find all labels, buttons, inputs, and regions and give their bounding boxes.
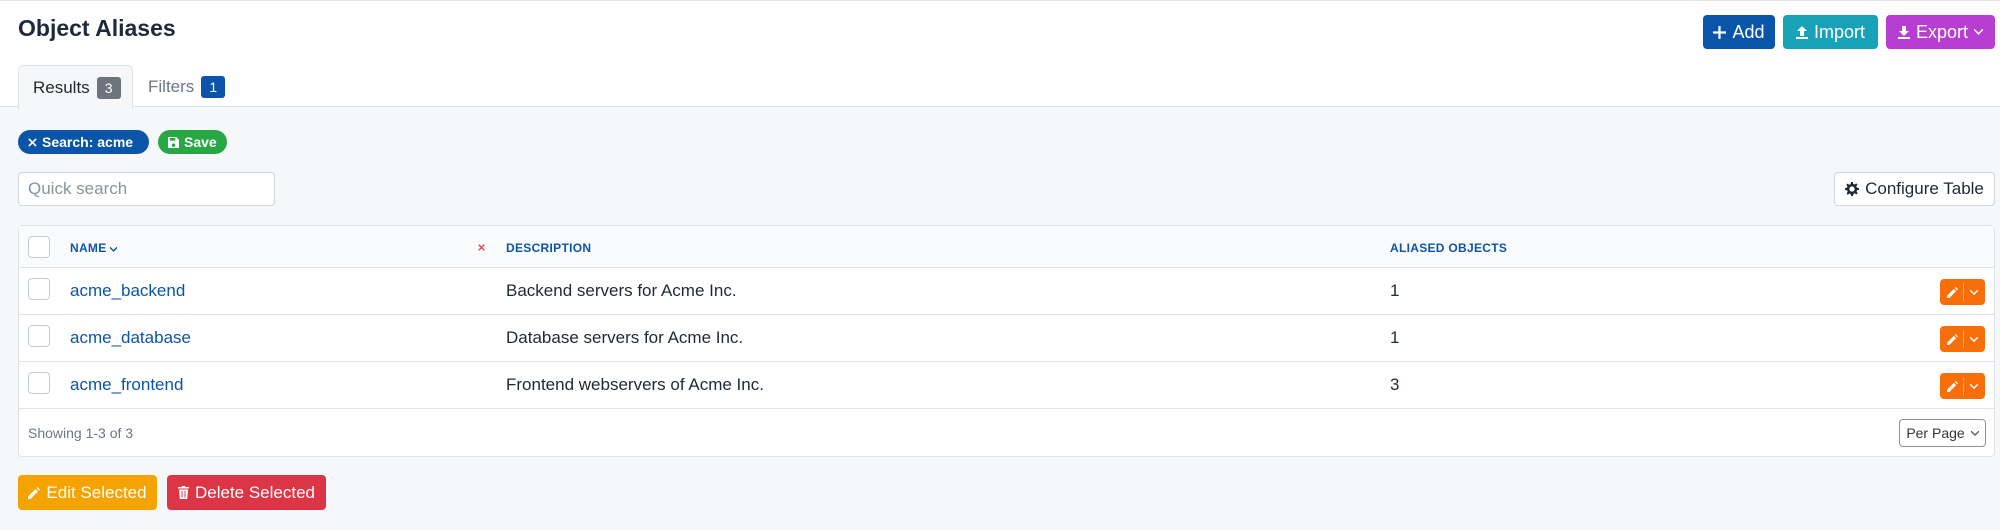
alias-name-link[interactable]: acme_database <box>70 328 191 348</box>
download-icon <box>1897 25 1910 39</box>
page-header: Object Aliases Add Import Export Results… <box>0 3 2000 110</box>
close-icon[interactable] <box>28 137 37 147</box>
pencil-icon <box>1946 333 1958 345</box>
import-button-label: Import <box>1813 21 1865 42</box>
table-row: acme_database Database servers for Acme … <box>19 315 1994 362</box>
chevron-down-icon <box>1970 383 1979 389</box>
upload-icon <box>1795 25 1808 39</box>
sort-desc-icon <box>109 246 118 252</box>
plus-icon <box>1713 25 1727 39</box>
row-checkbox[interactable] <box>28 278 50 300</box>
aliased-objects-count: 3 <box>1390 375 1400 394</box>
alias-name-link[interactable]: acme_frontend <box>70 375 183 395</box>
alias-description: Frontend webservers of Acme Inc. <box>506 375 764 394</box>
delete-selected-label: Delete Selected <box>194 482 316 502</box>
page-title: Object Aliases <box>18 15 176 41</box>
aliased-objects-count: 1 <box>1390 281 1400 300</box>
column-header-name[interactable]: NAME <box>70 241 118 255</box>
button-separator <box>1963 330 1965 348</box>
clear-sort-icon[interactable] <box>478 244 485 251</box>
button-separator <box>1963 377 1965 395</box>
row-checkbox[interactable] <box>28 372 50 394</box>
tab-filters[interactable]: Filters 1 <box>134 64 239 109</box>
save-icon <box>168 136 179 148</box>
gear-icon <box>1845 182 1860 196</box>
table-row: acme_frontend Frontend webservers of Acm… <box>19 362 1994 409</box>
save-filter-button[interactable]: Save <box>158 130 227 154</box>
column-name-label: NAME <box>70 241 107 255</box>
edit-selected-label: Edit Selected <box>46 482 147 502</box>
chevron-down-icon <box>1974 29 1984 35</box>
filters-count-badge: 1 <box>201 75 226 98</box>
search-filter-label: Search: acme <box>42 134 134 150</box>
chevron-down-icon <box>1970 289 1979 295</box>
row-checkbox[interactable] <box>28 325 50 347</box>
trash-icon <box>177 486 189 499</box>
select-all-checkbox[interactable] <box>28 236 50 258</box>
table-header: NAME DESCRIPTION ALIASED OBJECTS <box>19 226 1994 268</box>
chevron-down-icon <box>1970 336 1979 342</box>
search-filter-pill[interactable]: Search: acme <box>18 130 149 154</box>
pencil-icon <box>1946 380 1958 392</box>
pagination-summary: Showing 1-3 of 3 <box>28 425 134 441</box>
per-page-label: Per Page <box>1906 425 1965 441</box>
chevron-down-icon <box>1970 430 1979 436</box>
column-header-description[interactable]: DESCRIPTION <box>506 241 591 255</box>
aliased-objects-count: 1 <box>1390 328 1400 347</box>
alias-description: Backend servers for Acme Inc. <box>506 281 737 300</box>
column-header-aliased-objects[interactable]: ALIASED OBJECTS <box>1390 241 1507 255</box>
configure-table-button[interactable]: Configure Table <box>1834 172 1995 206</box>
pencil-icon <box>1946 286 1958 298</box>
row-edit-button[interactable] <box>1940 373 1985 399</box>
save-filter-label: Save <box>184 134 217 150</box>
add-button-label: Add <box>1732 21 1765 42</box>
quick-search-input[interactable] <box>18 172 275 206</box>
export-button-label: Export <box>1915 21 1969 42</box>
alias-description: Database servers for Acme Inc. <box>506 328 744 347</box>
alias-name-link[interactable]: acme_backend <box>70 281 185 301</box>
table-row: acme_backend Backend servers for Acme In… <box>19 268 1994 315</box>
tab-filters-label: Filters <box>148 76 195 96</box>
row-edit-button[interactable] <box>1940 326 1985 352</box>
add-button[interactable]: Add <box>1703 15 1775 49</box>
delete-selected-button[interactable]: Delete Selected <box>167 475 326 510</box>
pencil-icon <box>28 486 41 499</box>
per-page-select[interactable]: Per Page <box>1899 419 1986 447</box>
edit-selected-button[interactable]: Edit Selected <box>18 475 157 510</box>
configure-table-label: Configure Table <box>1865 179 1984 198</box>
export-button[interactable]: Export <box>1886 15 1995 49</box>
tab-results-label: Results <box>33 77 90 97</box>
tab-results[interactable]: Results 3 <box>18 65 133 110</box>
row-edit-button[interactable] <box>1940 279 1985 305</box>
import-button[interactable]: Import <box>1783 15 1878 49</box>
results-table: NAME DESCRIPTION ALIASED OBJECTS acme_ba… <box>18 225 1995 457</box>
results-count-badge: 3 <box>96 76 121 99</box>
button-separator <box>1963 283 1965 301</box>
